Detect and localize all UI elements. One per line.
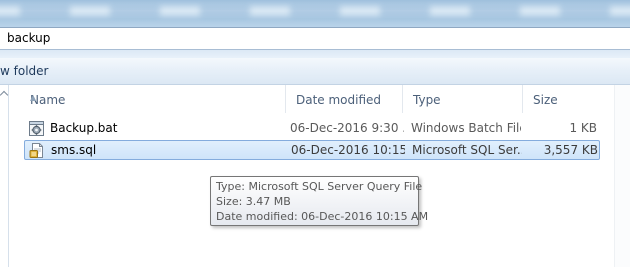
column-header-date-label: Date modified bbox=[296, 93, 382, 107]
column-header-date-modified[interactable]: Date modified bbox=[286, 85, 403, 113]
tooltip-type: Type: Microsoft SQL Server Query File bbox=[216, 180, 423, 193]
column-header-type-label: Type bbox=[413, 93, 441, 107]
file-type: Windows Batch File bbox=[411, 121, 521, 135]
batch-file-icon bbox=[29, 121, 44, 136]
file-size: 3,557 KB bbox=[543, 143, 598, 157]
column-header-name[interactable]: Name ▲ bbox=[20, 85, 286, 113]
file-type: Microsoft SQL Ser... bbox=[412, 143, 522, 157]
new-folder-button[interactable]: w folder bbox=[0, 64, 48, 78]
column-header-type[interactable]: Type bbox=[403, 85, 523, 113]
command-bar: w folder bbox=[0, 58, 630, 85]
file-name: Backup.bat bbox=[50, 121, 118, 135]
file-date-modified: 06-Dec-2016 9:30 ... bbox=[290, 121, 404, 135]
column-header-size[interactable]: Size bbox=[523, 85, 607, 113]
chevron-up-icon[interactable] bbox=[0, 90, 9, 100]
file-info-tooltip: Type: Microsoft SQL Server Query File Si… bbox=[210, 176, 429, 226]
window-title-glass bbox=[0, 0, 630, 27]
file-row[interactable]: Backup.bat 06-Dec-2016 9:30 ... Windows … bbox=[24, 119, 600, 139]
file-size: 1 KB bbox=[569, 121, 597, 135]
address-bar[interactable]: backup bbox=[0, 27, 630, 50]
vertical-scrollbar[interactable] bbox=[614, 85, 630, 267]
column-header-size-label: Size bbox=[533, 93, 558, 107]
navigation-pane[interactable] bbox=[0, 85, 9, 267]
sort-ascending-icon: ▲ bbox=[30, 93, 37, 102]
file-date-modified: 06-Dec-2016 10:15... bbox=[291, 143, 405, 157]
tooltip-date-modified: Date modified: 06-Dec-2016 10:15 AM bbox=[216, 210, 429, 223]
file-name: sms.sql bbox=[51, 143, 97, 157]
address-path[interactable]: backup bbox=[7, 31, 50, 45]
tooltip-size: Size: 3.47 MB bbox=[216, 195, 291, 208]
file-row-selected[interactable]: sms.sql 06-Dec-2016 10:15... Microsoft S… bbox=[24, 140, 600, 160]
sql-file-icon bbox=[29, 143, 43, 158]
address-bar-gap bbox=[0, 50, 630, 58]
